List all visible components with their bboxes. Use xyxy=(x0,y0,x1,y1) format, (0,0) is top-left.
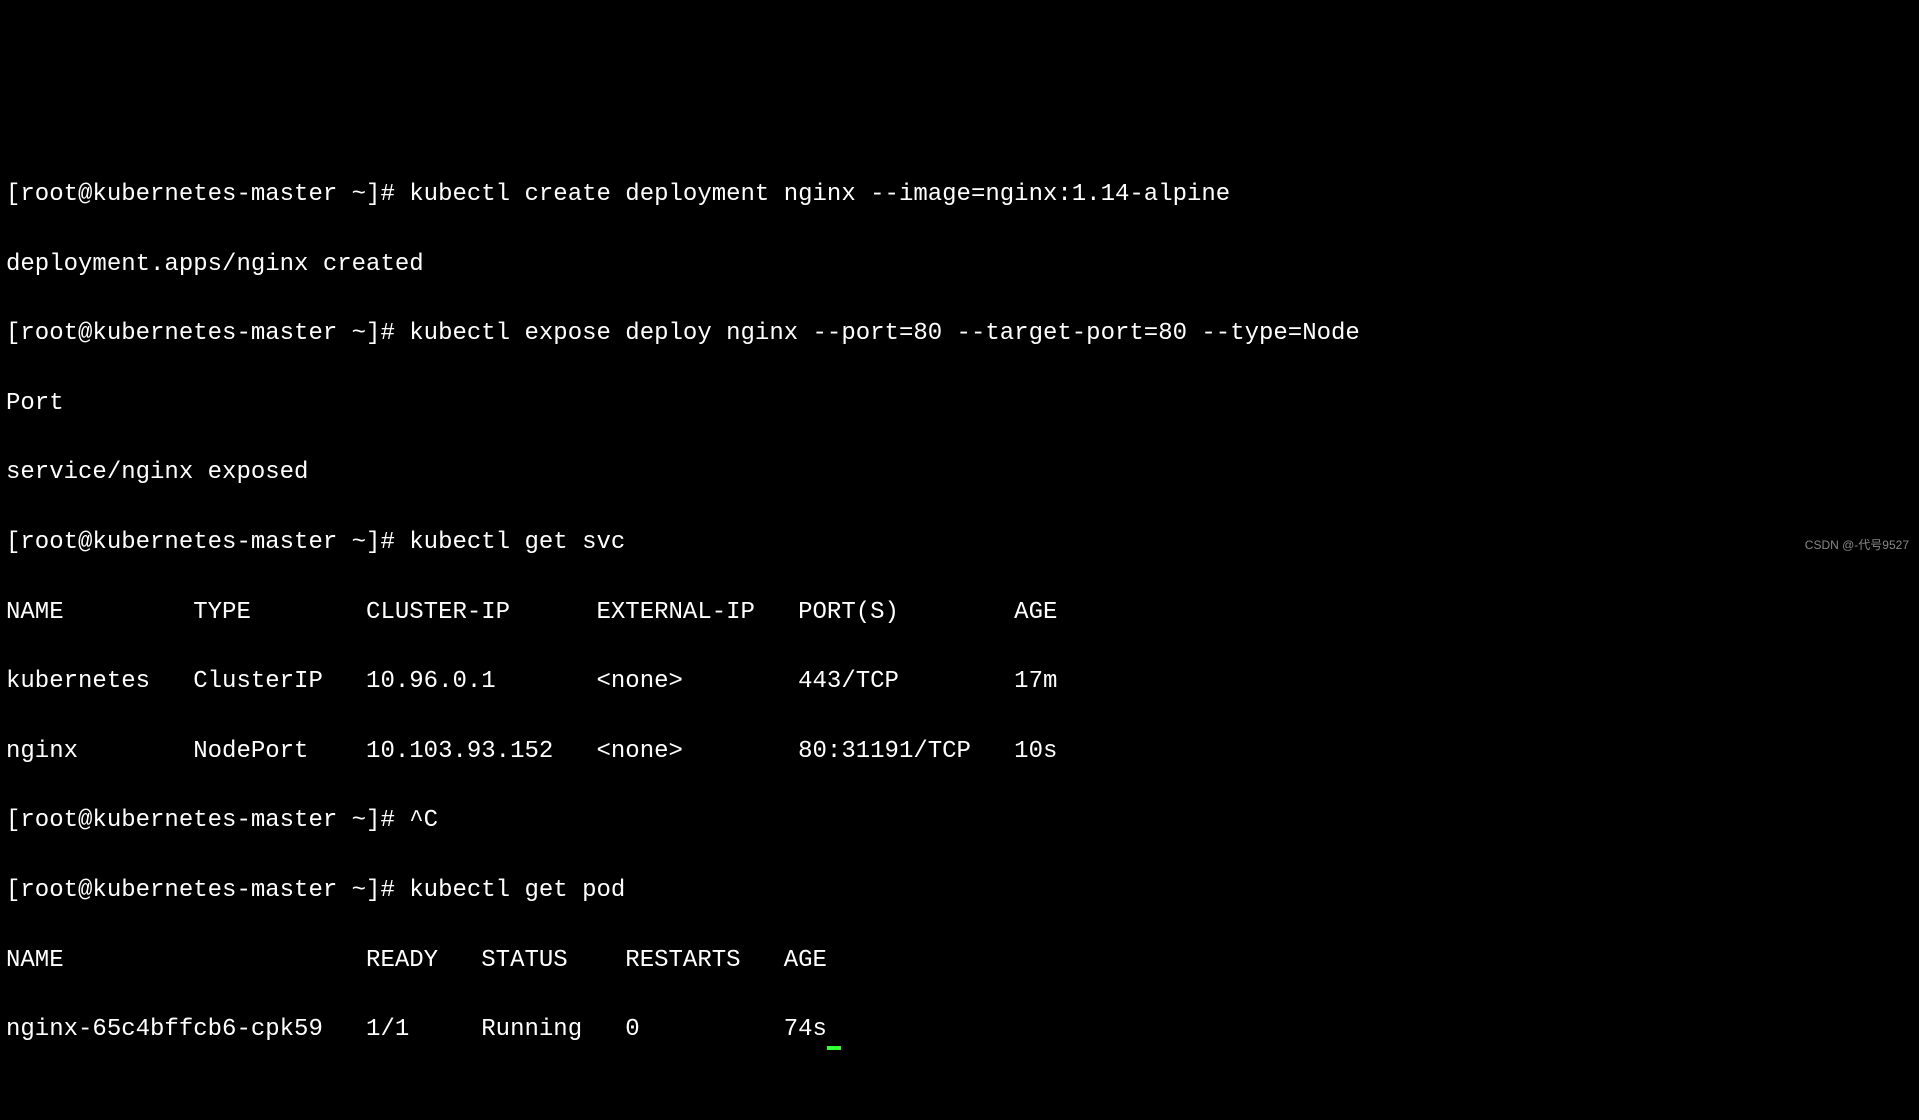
command-text: kubectl get svc xyxy=(409,529,625,556)
shell-prompt: [root@kubernetes-master ~]# xyxy=(6,877,409,904)
terminal-line: service/nginx exposed xyxy=(6,456,1913,491)
watermark-text: CSDN @-代号9527 xyxy=(1805,537,1909,554)
svc-table-row: kubernetes ClusterIP 10.96.0.1 <none> 44… xyxy=(6,665,1913,700)
shell-prompt: [root@kubernetes-master ~]# xyxy=(6,807,409,834)
terminal-line: deployment.apps/nginx created xyxy=(6,248,1913,283)
pod-table-header: NAME READY STATUS RESTARTS AGE xyxy=(6,944,1913,979)
terminal-line: [root@kubernetes-master ~]# kubectl get … xyxy=(6,526,1913,561)
terminal-line: [root@kubernetes-master ~]# ^C xyxy=(6,804,1913,839)
terminal-line: [root@kubernetes-master ~]# kubectl get … xyxy=(6,874,1913,909)
command-text-wrap: Port xyxy=(6,390,64,417)
shell-prompt: [root@kubernetes-master ~]# xyxy=(6,320,409,347)
shell-prompt: [root@kubernetes-master ~]# xyxy=(6,529,409,556)
output-text: deployment.apps/nginx created xyxy=(6,251,424,278)
pod-table-row: nginx-65c4bffcb6-cpk59 1/1 Running 0 74s xyxy=(6,1013,1913,1048)
command-text: ^C xyxy=(409,807,438,834)
terminal-output[interactable]: [root@kubernetes-master ~]# kubectl crea… xyxy=(6,143,1913,1083)
terminal-line: [root@kubernetes-master ~]# kubectl crea… xyxy=(6,178,1913,213)
terminal-line: [root@kubernetes-master ~]# kubectl expo… xyxy=(6,317,1913,352)
svc-table-row: nginx NodePort 10.103.93.152 <none> 80:3… xyxy=(6,735,1913,770)
pod-row-text: nginx-65c4bffcb6-cpk59 1/1 Running 0 74s xyxy=(6,1016,827,1043)
shell-prompt: [root@kubernetes-master ~]# xyxy=(6,181,409,208)
terminal-line: Port xyxy=(6,387,1913,422)
command-text: kubectl get pod xyxy=(409,877,625,904)
output-text: service/nginx exposed xyxy=(6,459,308,486)
command-text: kubectl create deployment nginx --image=… xyxy=(409,181,1230,208)
svc-table-header: NAME TYPE CLUSTER-IP EXTERNAL-IP PORT(S)… xyxy=(6,596,1913,631)
cursor-icon xyxy=(827,1046,841,1050)
command-text: kubectl expose deploy nginx --port=80 --… xyxy=(409,320,1360,347)
